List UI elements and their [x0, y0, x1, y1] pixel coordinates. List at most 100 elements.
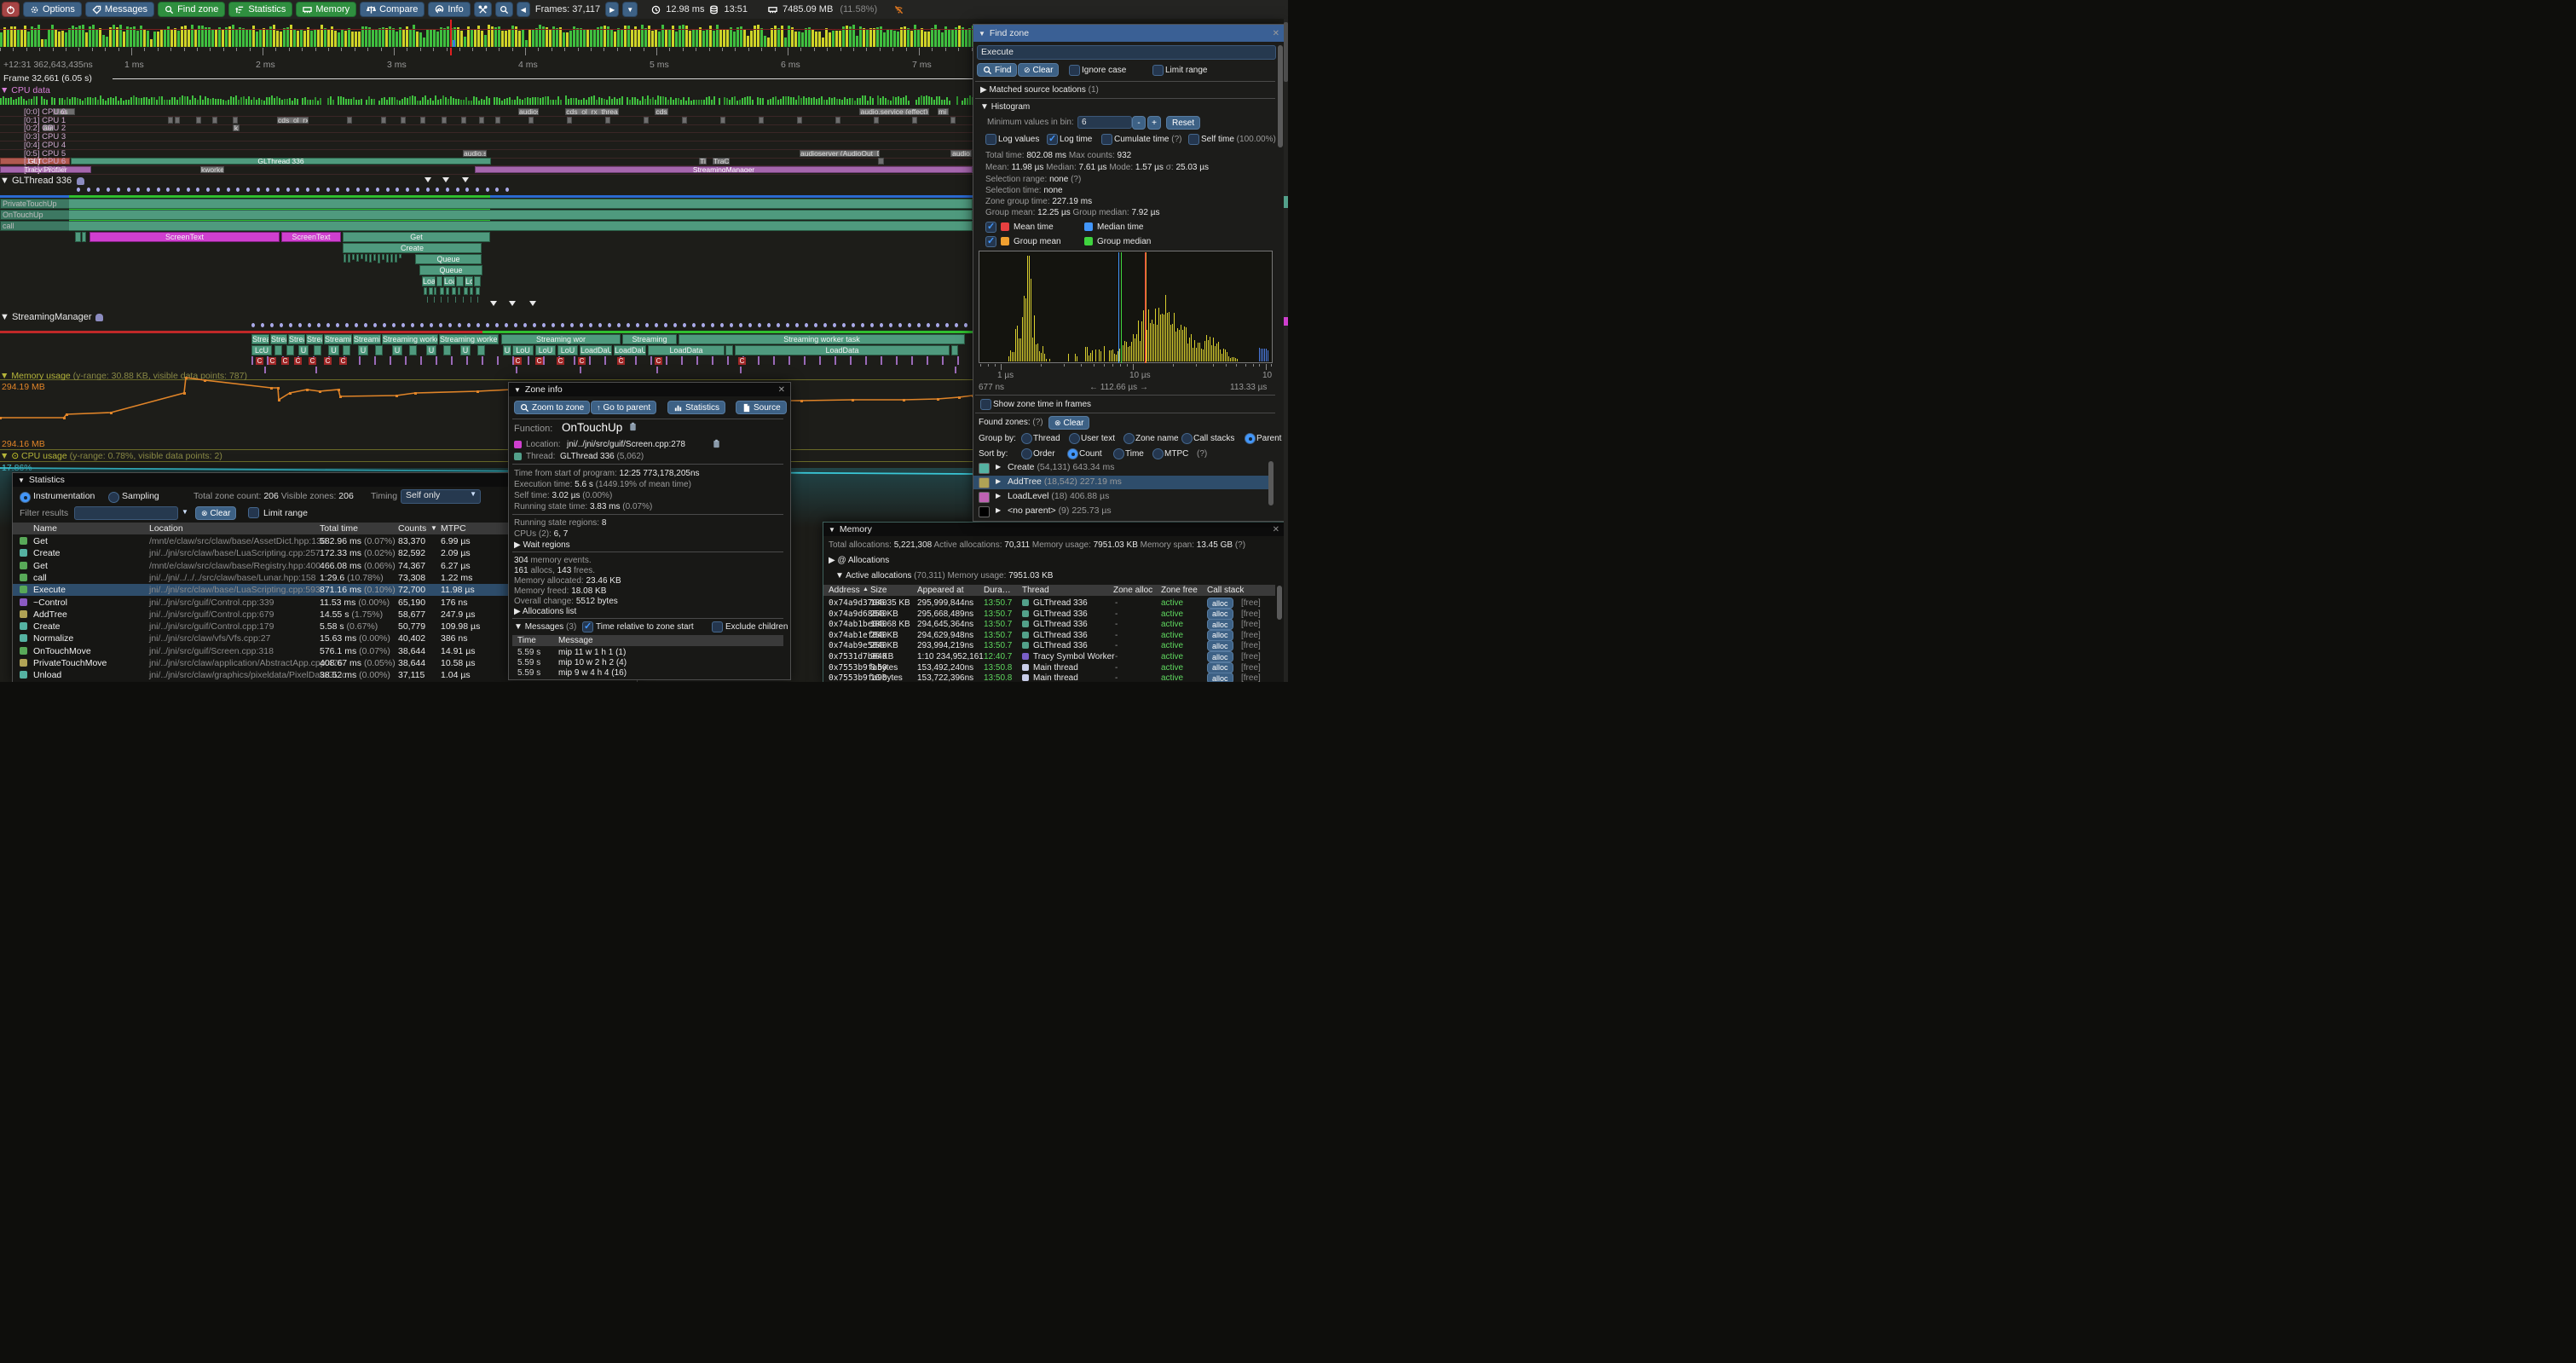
- timeline-zone-Up[interactable]: [456, 276, 464, 286]
- section-cpu-data[interactable]: ▼ CPU data: [0, 85, 50, 95]
- timeline-zone-bar[interactable]: [344, 254, 346, 263]
- timeline-zone-LoadDaU[interactable]: LoadDaU: [580, 345, 612, 355]
- frame-bar[interactable]: [314, 30, 316, 47]
- cpu-zone-c[interactable]: [381, 117, 386, 124]
- frame-bar[interactable]: [222, 30, 224, 47]
- frame-bar[interactable]: [399, 27, 401, 47]
- message-marker-icon[interactable]: [425, 177, 431, 182]
- cpu-zone-c[interactable]: [420, 117, 425, 124]
- frame-bar[interactable]: [883, 32, 886, 47]
- frame-bar[interactable]: [941, 32, 944, 47]
- frame-bar[interactable]: [767, 38, 770, 47]
- message-c-box[interactable]: C: [578, 357, 586, 365]
- alloc-button[interactable]: alloc: [1207, 662, 1233, 673]
- frame-bar[interactable]: [699, 27, 702, 47]
- frame-bar[interactable]: [58, 32, 61, 47]
- go-to-parent-button[interactable]: ↑Go to parent: [591, 401, 656, 414]
- frame-bar[interactable]: [317, 30, 320, 47]
- cpu-zone-audioserver (AudioOut_D)[interactable]: audioserver (AudioOut_D): [800, 150, 880, 157]
- timeline-zone-bar[interactable]: [386, 254, 389, 263]
- timeline-zone-bar[interactable]: [348, 254, 350, 263]
- find-button[interactable]: Find: [977, 63, 1017, 77]
- timeline-zone-LoU[interactable]: LoU: [557, 345, 578, 355]
- group-by-thread[interactable]: [1021, 433, 1032, 445]
- cpu-zone-c[interactable]: [347, 117, 352, 124]
- cpu-zone-c[interactable]: [874, 117, 879, 124]
- statistics-button[interactable]: Statistics: [667, 401, 725, 414]
- timeline-zone-U[interactable]: [725, 345, 733, 355]
- frame-bar[interactable]: [798, 32, 800, 47]
- timeline-zone-Streaming worker task[interactable]: Streaming worker task: [679, 334, 965, 344]
- free-link[interactable]: [free]: [1241, 609, 1261, 619]
- frame-bar[interactable]: [808, 27, 811, 47]
- radio-sampling[interactable]: [108, 492, 119, 504]
- mean-time-checkbox[interactable]: [985, 222, 996, 234]
- cpu-zone-c[interactable]: [797, 117, 802, 124]
- cpu-zone-c[interactable]: [759, 117, 764, 124]
- cpu-zone-c[interactable]: [644, 117, 649, 124]
- message-marker-icon[interactable]: [462, 177, 469, 182]
- group-by-zone-name[interactable]: [1123, 433, 1135, 445]
- frame-bar[interactable]: [242, 28, 245, 47]
- frame-bar[interactable]: [505, 31, 507, 47]
- frame-bar[interactable]: [409, 29, 412, 47]
- frame-bar[interactable]: [951, 29, 954, 47]
- frame-bar[interactable]: [706, 30, 708, 47]
- frame-bar[interactable]: [102, 35, 105, 47]
- frame-bar[interactable]: [801, 32, 804, 47]
- frame-bar[interactable]: [136, 31, 139, 47]
- active-allocations-toggle[interactable]: ▼ Active allocations (70,311) Memory usa…: [835, 571, 1053, 580]
- frame-bar[interactable]: [917, 30, 920, 47]
- timeline-zone-Streaming wor[interactable]: Streaming wor: [501, 334, 621, 344]
- frame-bar[interactable]: [113, 25, 115, 47]
- cpu-zone-c[interactable]: [212, 117, 217, 124]
- frame-bar[interactable]: [815, 32, 817, 47]
- frame-bar[interactable]: [457, 27, 459, 47]
- frame-bar[interactable]: [702, 31, 705, 47]
- group-by-call-stacks[interactable]: [1181, 433, 1193, 445]
- message-c-box[interactable]: C: [294, 357, 302, 365]
- found-zones-clear-button[interactable]: ⊗Clear: [1048, 416, 1089, 430]
- time-relative-checkbox[interactable]: [582, 621, 593, 633]
- frame-bar[interactable]: [382, 27, 384, 47]
- frame-bar[interactable]: [631, 30, 633, 47]
- timeline-zone-LoU[interactable]: LoU: [512, 345, 534, 355]
- frame-bar[interactable]: [249, 29, 251, 47]
- mem-col-2[interactable]: Appeared at: [917, 586, 964, 595]
- frame-bar[interactable]: [44, 39, 47, 47]
- frame-bar[interactable]: [668, 30, 671, 47]
- frame-bar[interactable]: [614, 32, 616, 47]
- frame-bar[interactable]: [211, 29, 214, 47]
- timeline-zone-ScreenText[interactable]: ScreenText: [90, 232, 280, 242]
- timeline-zone-Strea[interactable]: Strea: [288, 334, 305, 344]
- frame-bar[interactable]: [747, 36, 749, 47]
- source-button[interactable]: Source: [736, 401, 787, 414]
- timeline-zone-bar[interactable]: [399, 254, 401, 258]
- frame-bar[interactable]: [771, 28, 773, 47]
- timeline-zone-bar[interactable]: [382, 254, 384, 260]
- timeline-zone-U[interactable]: U: [503, 345, 511, 355]
- cpu-zone-c[interactable]: [401, 117, 406, 124]
- frame-bar[interactable]: [225, 27, 228, 47]
- frame-bar[interactable]: [256, 32, 258, 47]
- frame-bar[interactable]: [471, 30, 473, 47]
- frame-bar[interactable]: [852, 25, 855, 47]
- frame-bar[interactable]: [402, 30, 405, 47]
- cpu-zone-c[interactable]: [495, 117, 500, 124]
- timeline-zone-S[interactable]: [75, 232, 81, 242]
- frame-bar[interactable]: [839, 31, 841, 47]
- next-frame-button[interactable]: ▶: [605, 2, 619, 17]
- free-link[interactable]: [free]: [1241, 620, 1261, 629]
- timeline-zone-Create[interactable]: Create: [343, 243, 482, 253]
- tools-button[interactable]: [474, 2, 492, 17]
- frame-bar[interactable]: [123, 32, 125, 47]
- frame-bar[interactable]: [68, 28, 71, 47]
- frame-bar[interactable]: [334, 31, 337, 47]
- min-bin-decrease-button[interactable]: -: [1132, 116, 1146, 130]
- timeline-zone-bar[interactable]: [343, 345, 350, 355]
- alloc-button[interactable]: alloc: [1207, 619, 1233, 630]
- cumulate-time-checkbox[interactable]: [1101, 134, 1112, 146]
- power-button[interactable]: [2, 2, 20, 17]
- mem-col-0[interactable]: Address: [829, 586, 860, 595]
- timeline-zone-Queue[interactable]: Queue: [419, 265, 482, 275]
